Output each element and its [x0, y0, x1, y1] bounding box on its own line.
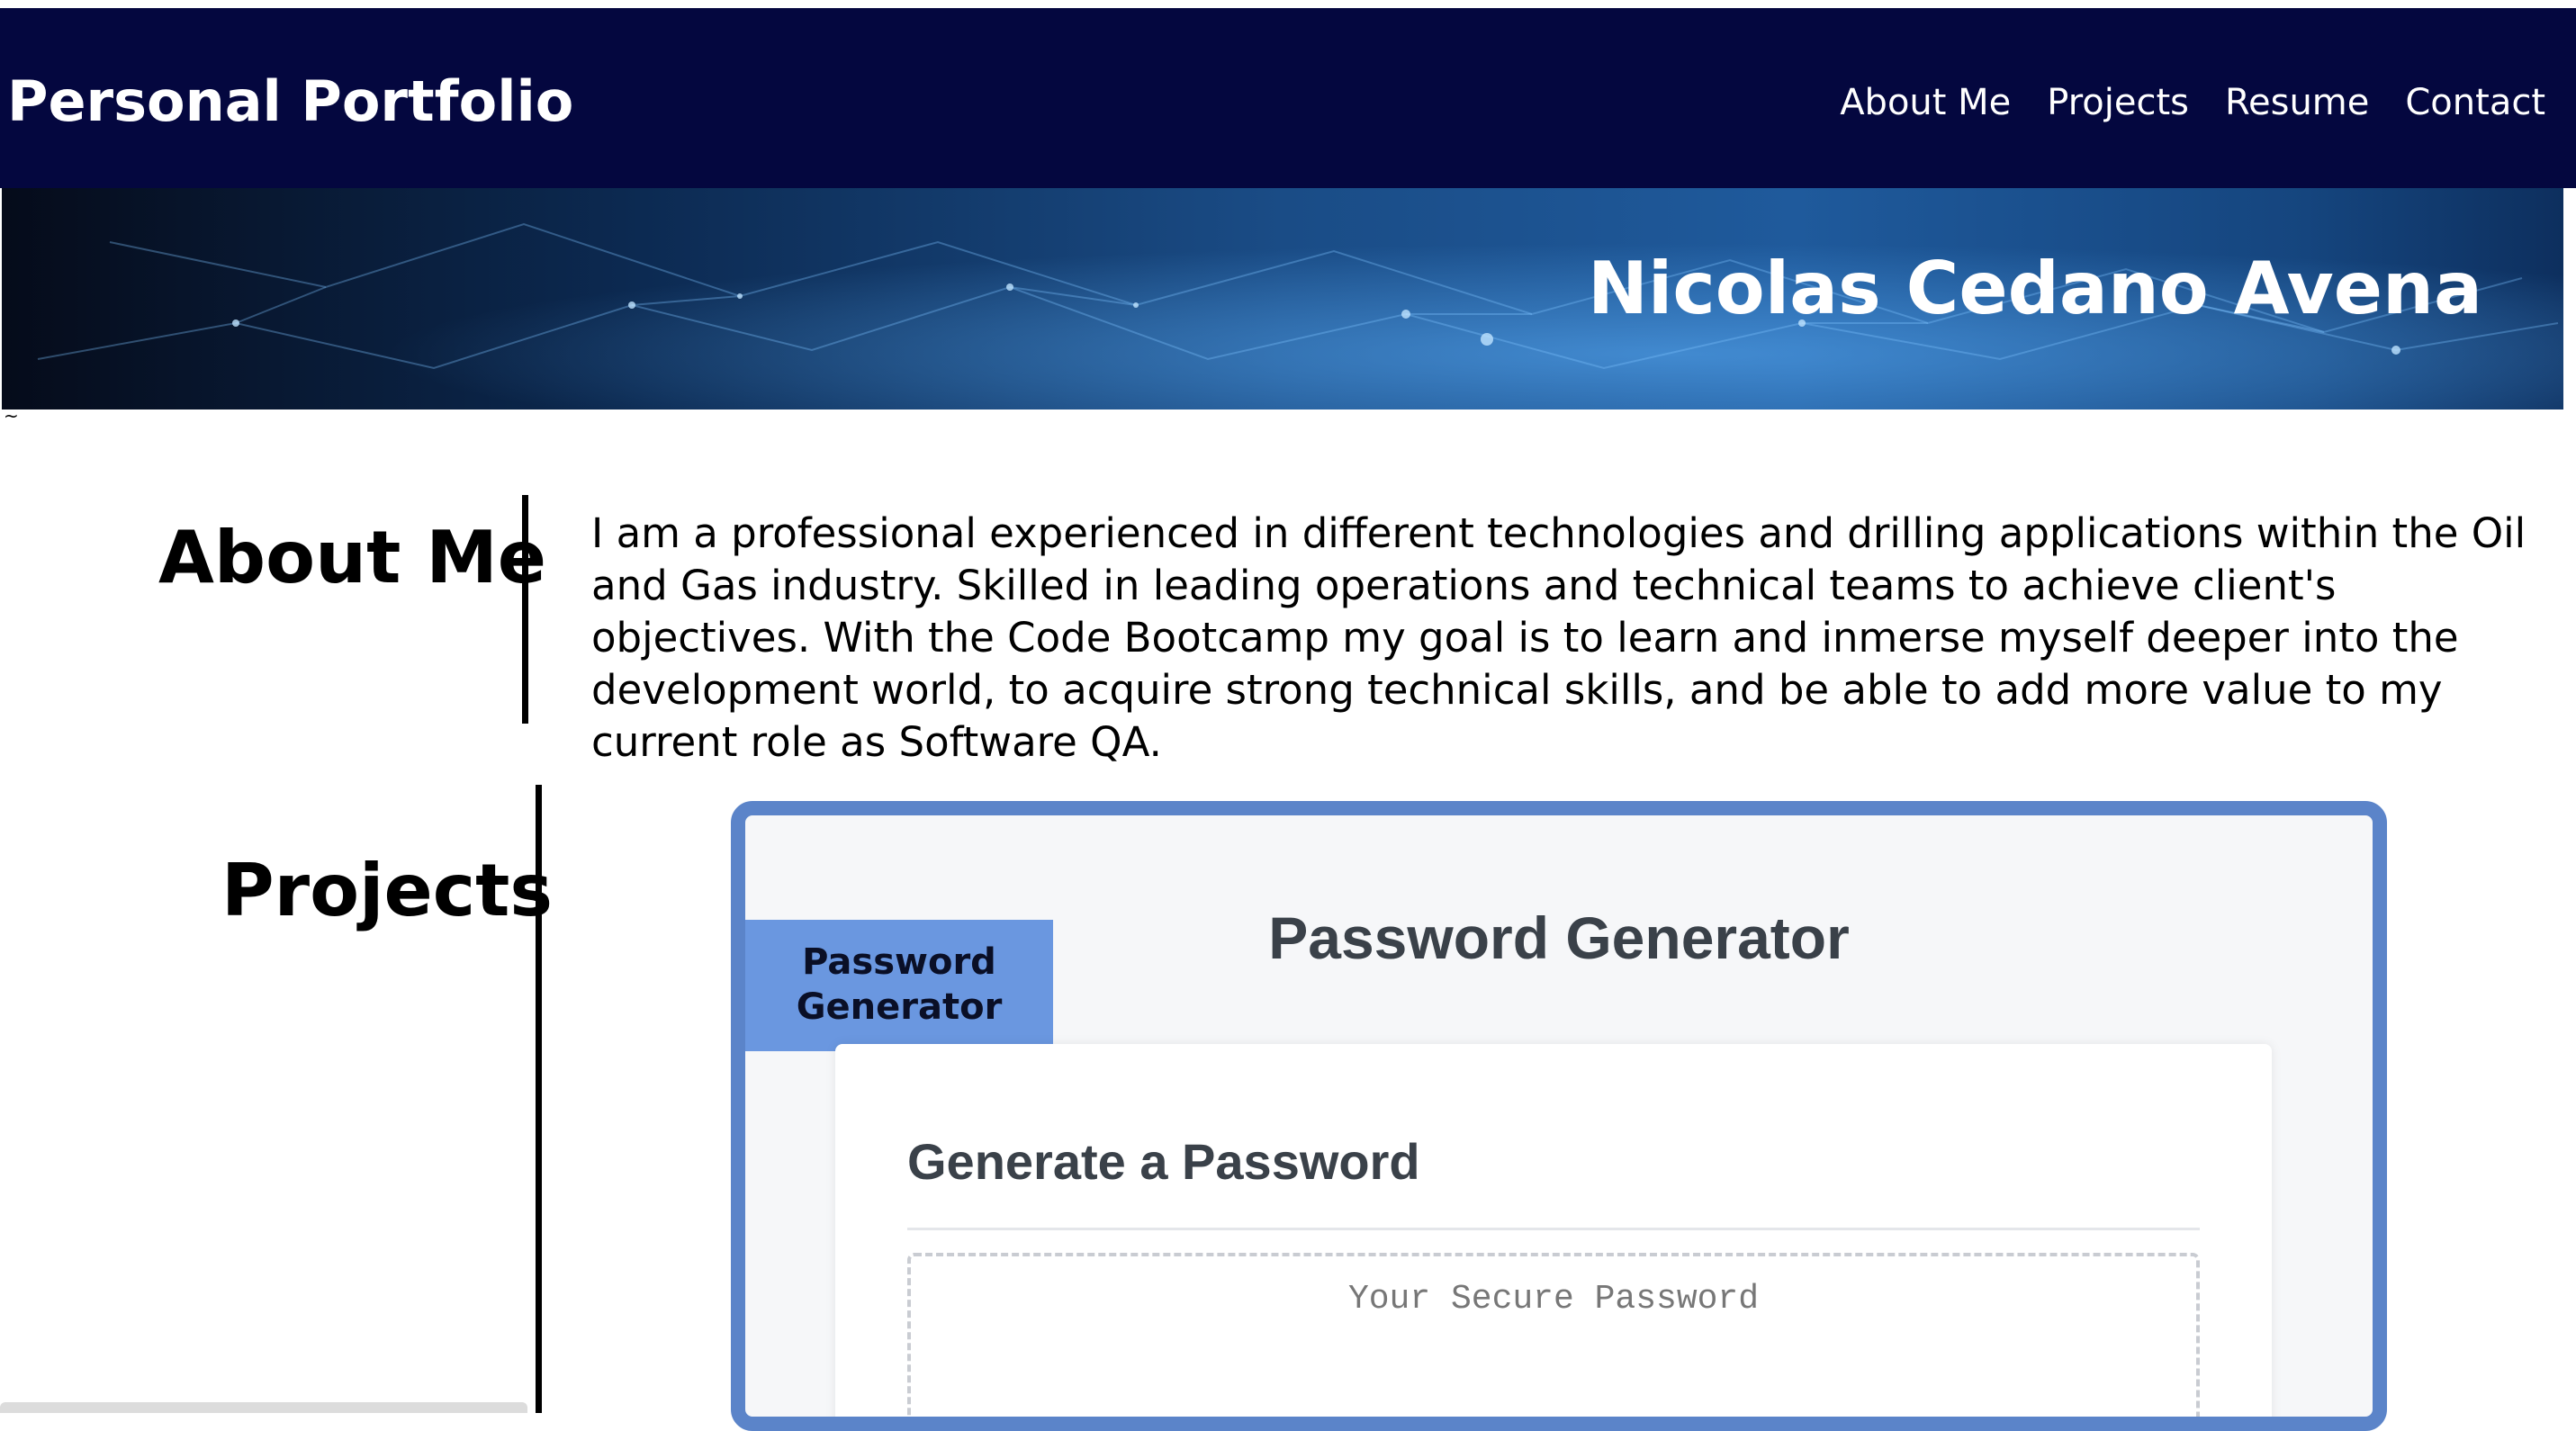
password-output-field[interactable]	[911, 1256, 2196, 1417]
nav-link-contact[interactable]: Contact	[2405, 80, 2545, 125]
project-card-label[interactable]: Password Generator	[745, 920, 1053, 1051]
main-nav: About Me Projects Resume Contact	[1840, 80, 2545, 125]
nav-link-projects[interactable]: Projects	[2047, 80, 2189, 125]
bottom-scrollbar-edge	[0, 1402, 527, 1413]
stray-character: ~	[4, 405, 19, 427]
nav-link-resume[interactable]: Resume	[2225, 80, 2369, 125]
project-card-label-line2: Generator	[796, 986, 1003, 1028]
site-brand[interactable]: Personal Portfolio	[7, 66, 573, 138]
projects-divider	[536, 785, 542, 1413]
hero-banner: Nicolas Cedano Avena	[2, 188, 2563, 410]
top-navbar: Personal Portfolio About Me Projects Res…	[0, 8, 2576, 188]
generator-panel-divider	[907, 1228, 2200, 1230]
project-card-password-generator[interactable]: Password Generator Password Generator Ge…	[731, 801, 2387, 1431]
generator-panel: Generate a Password	[835, 1044, 2272, 1417]
about-heading: About Me	[158, 516, 547, 599]
nav-link-about-me[interactable]: About Me	[1840, 80, 2011, 125]
about-divider	[522, 495, 528, 724]
projects-heading: Projects	[221, 849, 554, 932]
password-output-box	[907, 1253, 2200, 1417]
hero-name: Nicolas Cedano Avena	[1587, 247, 2482, 330]
generator-panel-title: Generate a Password	[907, 1133, 1420, 1190]
about-text: I am a professional experienced in diffe…	[591, 509, 2526, 766]
project-card-label-line1: Password	[802, 941, 996, 983]
